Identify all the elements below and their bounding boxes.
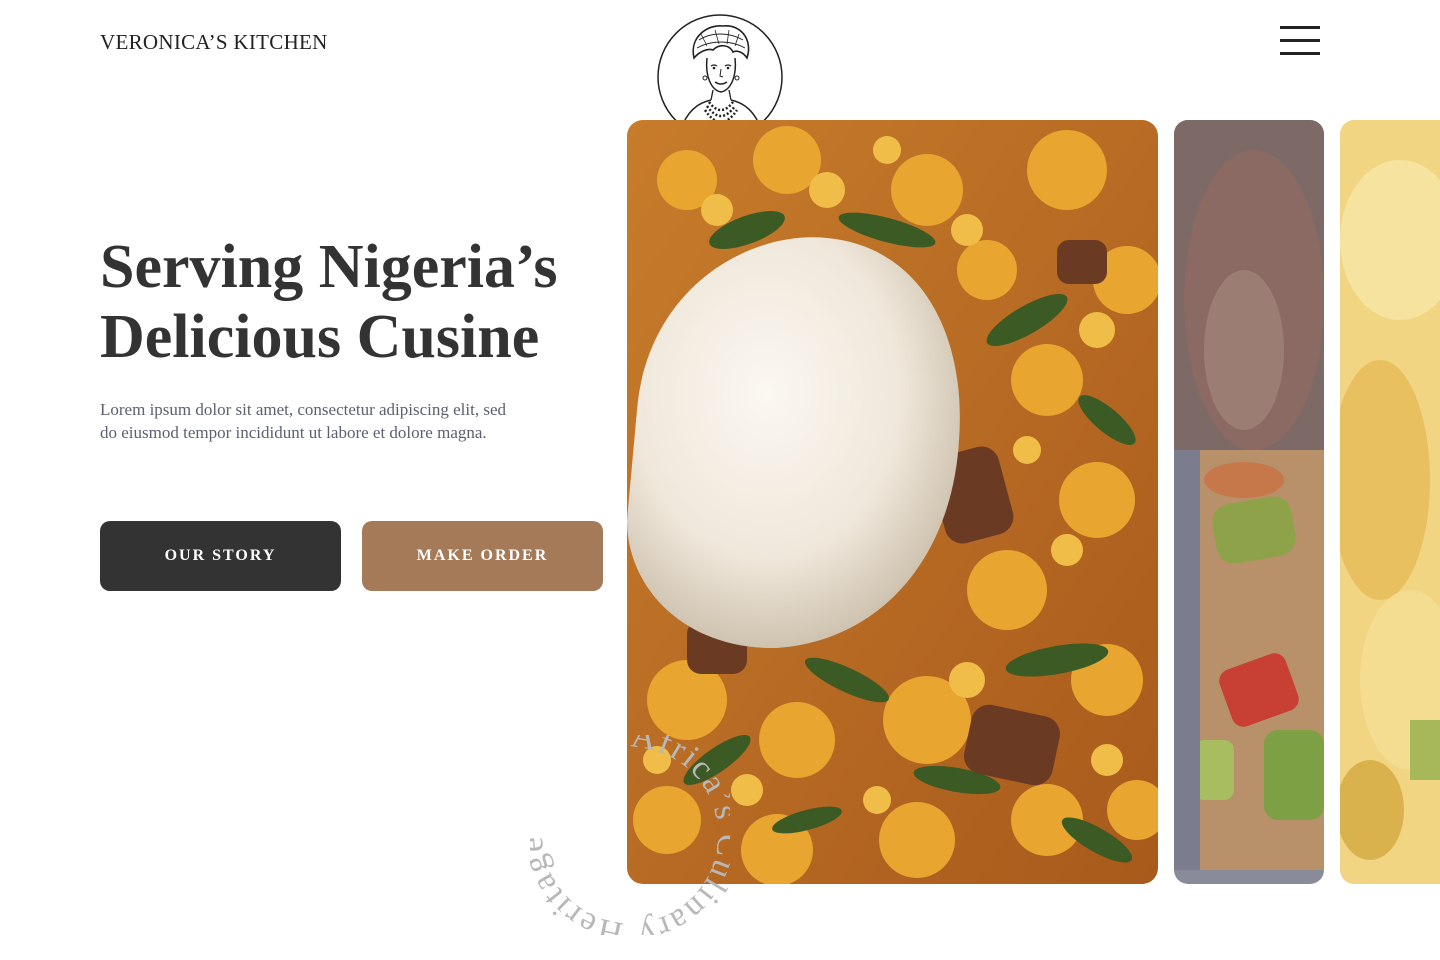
hamburger-menu-icon-bar	[1280, 52, 1320, 55]
svg-text:Africa’s Culinary Heritage •: Africa’s Culinary Heritage •	[530, 735, 730, 935]
badge-text: Africa’s Culinary Heritage •	[530, 735, 730, 935]
our-story-button[interactable]: OUR STORY	[100, 521, 341, 591]
hero-title: Serving Nigeria’s Delicious Cusine	[100, 232, 660, 372]
make-order-button[interactable]: MAKE ORDER	[362, 521, 603, 591]
hero-title-line: Serving Nigeria’s	[100, 233, 558, 301]
hero-title-line: Delicious Cusine	[100, 303, 540, 371]
menu-button[interactable]	[1280, 26, 1320, 56]
hero-description-line: do eiusmod tempor incididunt ut labore e…	[100, 423, 487, 442]
culinary-heritage-badge: Africa’s Culinary Heritage •	[530, 735, 730, 935]
hero-description-line: Lorem ipsum dolor sit amet, consectetur …	[100, 400, 507, 419]
food-image-golden-dish	[1340, 120, 1440, 884]
brand-name[interactable]: VERONICA’S KITCHEN	[100, 30, 328, 55]
hero-description: Lorem ipsum dolor sit amet, consectetur …	[100, 398, 600, 444]
hamburger-menu-icon-bar	[1280, 39, 1320, 42]
food-image-fried-rice	[1174, 120, 1324, 884]
hamburger-menu-icon	[1280, 26, 1320, 29]
